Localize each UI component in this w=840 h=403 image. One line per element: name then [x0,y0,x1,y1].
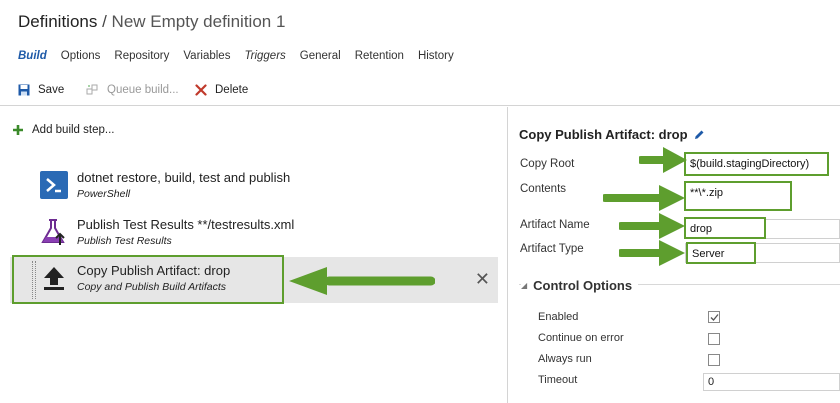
collapse-triangle-icon: ◢ [521,281,528,290]
pencil-icon[interactable] [693,129,705,141]
breadcrumb-root[interactable]: Definitions [18,12,97,31]
highlight-box [12,255,284,304]
checkmark-icon [710,314,719,321]
toolbar: Save Queue build... Delete [0,78,840,106]
plus-icon [13,125,23,135]
step-details-panel: Copy Publish Artifact: drop Copy Root $(… [509,107,840,403]
artifact-name-label: Artifact Name [520,219,590,231]
page-title: Definitions / New Empty definition 1 [18,12,285,32]
definition-name: New Empty definition 1 [111,12,286,31]
contents-label: Contents [520,183,567,195]
control-options-header[interactable]: ◢ Control Options [521,278,639,293]
enabled-label: Enabled [538,311,579,323]
timeout-input[interactable]: 0 [703,373,840,391]
add-build-step-button[interactable]: Add build step... [12,124,114,136]
tab-variables[interactable]: Variables [183,50,230,62]
step-name: dotnet restore, build, test and publish [77,170,291,185]
details-title-text: Copy Publish Artifact: drop [519,127,688,142]
delete-icon [195,84,207,96]
tab-triggers[interactable]: Triggers [244,50,285,62]
flask-icon [41,219,65,245]
build-step-item[interactable]: Publish Test Results **/testresults.xml … [10,211,498,257]
tab-history[interactable]: History [418,50,454,62]
control-options-title: Control Options [533,278,633,293]
step-description: Publish Test Results [77,235,172,247]
tab-repository[interactable]: Repository [114,50,169,62]
tab-general[interactable]: General [300,50,341,62]
step-description: PowerShell [77,188,131,200]
copy-root-label: Copy Root [520,158,575,170]
continue-on-error-checkbox[interactable] [708,333,720,345]
queue-build-button[interactable]: Queue build... [86,84,179,96]
contents-input[interactable]: **\*.zip [684,181,792,211]
enabled-checkbox[interactable] [708,311,720,323]
build-steps-panel: Add build step... dotnet restore, build,… [0,107,508,403]
queue-build-icon [86,84,98,95]
always-run-label: Always run [538,353,592,365]
add-build-step-label: Add build step... [32,124,115,136]
powershell-icon [40,171,68,199]
artifact-type-label: Artifact Type [520,243,584,255]
artifact-name-input[interactable]: drop [684,217,766,239]
annotation-arrow [639,147,687,173]
annotation-arrow [289,267,435,295]
details-title: Copy Publish Artifact: drop [519,127,705,142]
build-step-item[interactable]: dotnet restore, build, test and publish … [10,164,498,210]
save-icon [18,84,30,96]
tab-build[interactable]: Build [18,50,47,62]
delete-button[interactable]: Delete [195,84,248,96]
remove-step-icon[interactable]: ✕ [475,269,490,290]
timeout-label: Timeout [538,374,578,386]
tab-bar: Build Options Repository Variables Trigg… [18,50,468,62]
annotation-arrow [619,240,685,266]
always-run-checkbox[interactable] [708,354,720,366]
save-label: Save [38,84,65,96]
annotation-arrow [603,185,685,211]
breadcrumb-separator: / [97,12,112,31]
artifact-type-select[interactable]: Server [686,242,756,264]
tab-retention[interactable]: Retention [355,50,404,62]
delete-label: Delete [215,84,249,96]
queue-build-label: Queue build... [107,84,179,96]
tab-options[interactable]: Options [61,50,101,62]
copy-root-input[interactable]: $(build.stagingDirectory) [684,152,829,176]
step-name: Publish Test Results **/testresults.xml [77,217,295,232]
save-button[interactable]: Save [18,84,64,96]
annotation-arrow [619,213,685,239]
continue-on-error-label: Continue on error [538,332,624,344]
